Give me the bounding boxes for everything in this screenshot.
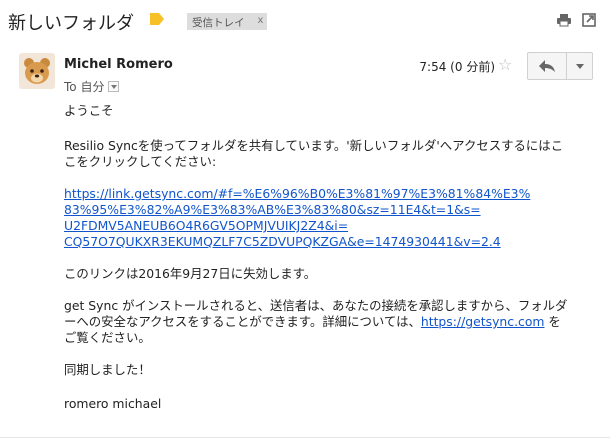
install-line-3: ご覧ください。 bbox=[64, 330, 151, 345]
sync-link-line-2[interactable]: 83%95%E3%82%A9%E3%83%AB%E3%83%80&sz=11E4… bbox=[64, 202, 481, 218]
expiry-notice: このリンクは2016年9月27日に失効します。 bbox=[64, 266, 317, 281]
show-details-icon[interactable] bbox=[108, 81, 120, 92]
reply-button-group bbox=[527, 52, 593, 80]
install-line-1: get Sync がインストールされると、送信者は、あなたの接続を承認しますから… bbox=[64, 298, 568, 313]
inbox-label-text: 受信トレイ bbox=[192, 17, 245, 29]
remove-label-button[interactable]: x bbox=[258, 15, 264, 26]
sync-link-line-3[interactable]: U2FDMV5ANEUB6O4R6GV5OPMJVUIKJ2Z4&i= bbox=[64, 218, 348, 234]
install-line-2-suffix: を bbox=[544, 314, 561, 329]
recipient-line: To 自分 bbox=[64, 78, 120, 95]
email-subject: 新しいフォルダ bbox=[8, 13, 134, 34]
star-icon[interactable]: ☆ bbox=[498, 55, 512, 74]
more-caret-icon bbox=[575, 63, 584, 69]
body-intro-line-1: Resilio Syncを使ってフォルダを共有しています。'新しいフォルダ'へア… bbox=[64, 138, 564, 153]
new-window-icon[interactable] bbox=[582, 13, 596, 27]
sync-link-line-4[interactable]: CQ57O7QUKXR3EKUMQZLF7C5ZDVUPQKZGA&e=1474… bbox=[64, 234, 501, 250]
reply-icon bbox=[539, 60, 555, 72]
body-greeting: ようこそ bbox=[64, 103, 114, 118]
body-intro-line-2: こをクリックしてください: bbox=[64, 154, 217, 169]
body-thanks: 同期しました！ bbox=[64, 362, 151, 377]
getsync-link[interactable]: https://getsync.com bbox=[421, 314, 545, 329]
message-divider bbox=[0, 437, 610, 438]
sender-avatar bbox=[19, 53, 55, 89]
label-tag-icon[interactable] bbox=[150, 13, 164, 25]
more-actions-button[interactable] bbox=[567, 52, 593, 80]
sender-name[interactable]: Michel Romero bbox=[64, 57, 173, 72]
signature: romero michael bbox=[64, 396, 162, 411]
install-line-2-text: ーへの安全なアクセスをすることができます。詳細については、 bbox=[64, 314, 421, 329]
recipient-label: To 自分 bbox=[64, 80, 105, 94]
sync-link-line-1[interactable]: https://link.getsync.com/#f=%E6%96%B0%E3… bbox=[64, 186, 530, 202]
message-time: 7:54 (0 分前) bbox=[419, 60, 495, 74]
inbox-label-chip[interactable]: 受信トレイ x bbox=[187, 13, 268, 30]
install-line-2: ーへの安全なアクセスをすることができます。詳細については、https://get… bbox=[64, 314, 561, 330]
print-icon[interactable] bbox=[557, 13, 571, 27]
reply-button[interactable] bbox=[527, 52, 567, 80]
subject-bar: 新しいフォルダ 受信トレイ x bbox=[0, 0, 610, 40]
